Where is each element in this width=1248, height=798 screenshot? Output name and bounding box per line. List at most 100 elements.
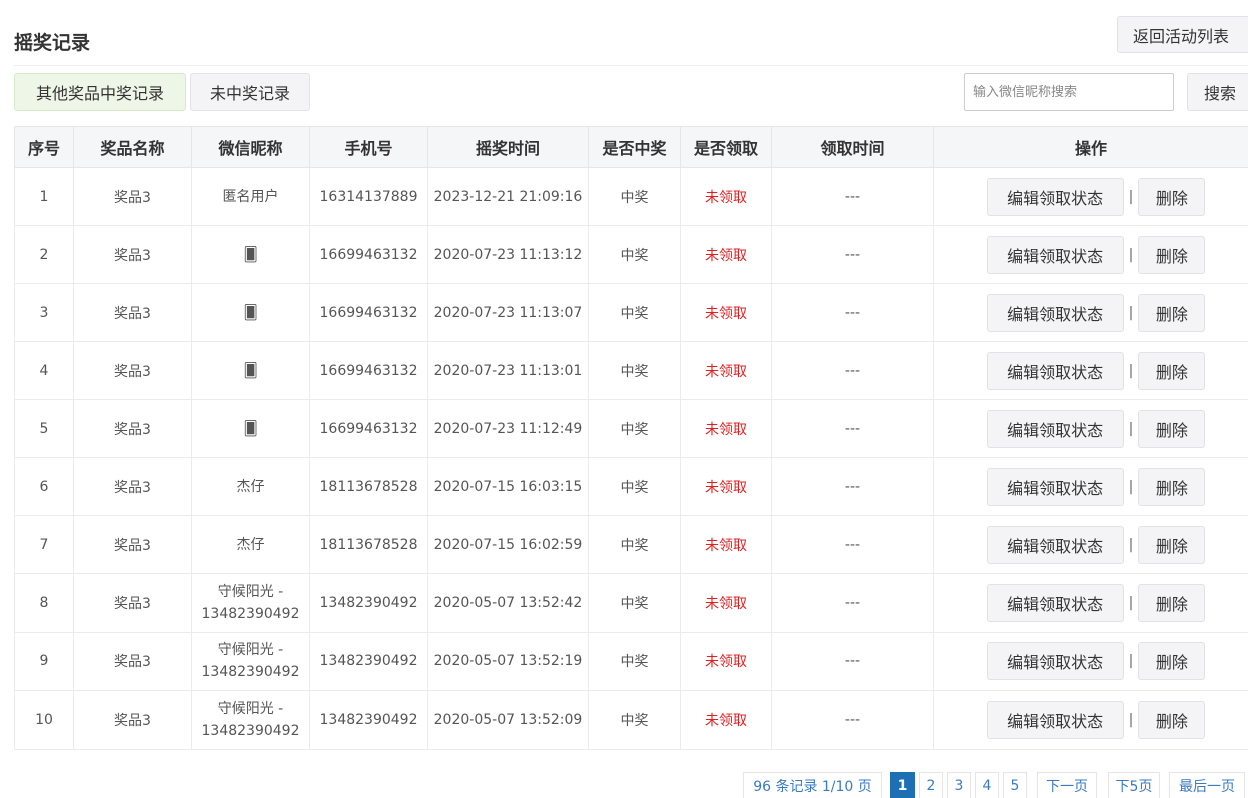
cell-index: 9 <box>14 632 74 691</box>
search-input[interactable] <box>964 73 1174 111</box>
cell-claim-time: --- <box>771 167 934 226</box>
cell-claim-time: --- <box>771 632 934 691</box>
cell-draw-time: 2020-05-07 13:52:19 <box>427 632 589 691</box>
tab-other-prize-records[interactable]: 其他奖品中奖记录 <box>14 73 186 111</box>
pagination-page-3[interactable]: 3 <box>947 772 971 798</box>
column-header-draw-time: 摇奖时间 <box>427 126 589 168</box>
pagination-info: 96 条记录 1/10 页 <box>743 772 882 798</box>
pagination-page-2[interactable]: 2 <box>919 772 943 798</box>
column-header-nickname: 微信昵称 <box>191 126 310 168</box>
cell-actions: 编辑领取状态 | 删除 <box>933 573 1248 633</box>
cell-nickname: 守候阳光 - 13482390492 <box>191 690 310 750</box>
column-header-claim-time: 领取时间 <box>771 126 934 168</box>
column-header-index: 序号 <box>14 126 74 168</box>
pagination-page-4[interactable]: 4 <box>975 772 999 798</box>
action-separator: | <box>1128 594 1134 611</box>
action-separator: | <box>1128 711 1134 728</box>
cell-actions: 编辑领取状态 | 删除 <box>933 399 1248 458</box>
edit-claim-status-button[interactable]: 编辑领取状态 <box>986 177 1124 216</box>
table-row: 10 奖品3 守候阳光 - 13482390492 13482390492 20… <box>14 690 1248 750</box>
table-row: 3 奖品3 🂠 16699463132 2020-07-23 11:13:07 … <box>14 283 1248 342</box>
tab-not-won-records[interactable]: 未中奖记录 <box>190 73 310 111</box>
cell-claimed-status: 未领取 <box>680 457 772 516</box>
cell-phone: 16314137889 <box>309 167 428 226</box>
delete-button[interactable]: 删除 <box>1138 467 1206 506</box>
cell-won: 中奖 <box>588 341 681 400</box>
column-header-phone: 手机号 <box>309 126 428 168</box>
edit-claim-status-button[interactable]: 编辑领取状态 <box>986 700 1124 739</box>
pagination-next-button[interactable]: 下一页 <box>1037 772 1097 798</box>
cell-nickname: 🂠 <box>191 399 310 458</box>
cell-nickname: 杰仔 <box>191 515 310 574</box>
delete-button[interactable]: 删除 <box>1138 409 1206 448</box>
cell-claim-time: --- <box>771 225 934 284</box>
edit-claim-status-button[interactable]: 编辑领取状态 <box>986 235 1124 274</box>
table-row: 4 奖品3 🂠 16699463132 2020-07-23 11:13:01 … <box>14 341 1248 400</box>
delete-button[interactable]: 删除 <box>1138 700 1206 739</box>
delete-button[interactable]: 删除 <box>1138 642 1206 681</box>
edit-claim-status-button[interactable]: 编辑领取状态 <box>986 409 1124 448</box>
cell-claimed-status: 未领取 <box>680 573 772 633</box>
cell-actions: 编辑领取状态 | 删除 <box>933 457 1248 516</box>
pagination-last-button[interactable]: 最后一页 <box>1169 772 1245 798</box>
search-button[interactable]: 搜索 <box>1187 73 1248 111</box>
delete-button[interactable]: 删除 <box>1138 235 1206 274</box>
edit-claim-status-button[interactable]: 编辑领取状态 <box>986 525 1124 564</box>
cell-prize: 奖品3 <box>73 283 192 342</box>
cell-index: 3 <box>14 283 74 342</box>
cell-claim-time: --- <box>771 573 934 633</box>
pagination-current-page[interactable]: 1 <box>890 772 915 798</box>
column-header-prize: 奖品名称 <box>73 126 192 168</box>
cell-claim-time: --- <box>771 399 934 458</box>
cell-draw-time: 2020-07-23 11:13:12 <box>427 225 589 284</box>
pagination-next5-button[interactable]: 下5页 <box>1108 772 1160 798</box>
cell-prize: 奖品3 <box>73 399 192 458</box>
cell-draw-time: 2020-07-23 11:13:07 <box>427 283 589 342</box>
back-to-activity-list-button[interactable]: 返回活动列表 <box>1117 16 1248 53</box>
cell-claim-time: --- <box>771 515 934 574</box>
cell-claimed-status: 未领取 <box>680 167 772 226</box>
cell-nickname: 杰仔 <box>191 457 310 516</box>
pagination-page-5[interactable]: 5 <box>1003 772 1027 798</box>
cell-prize: 奖品3 <box>73 167 192 226</box>
cell-nickname: 守候阳光 - 13482390492 <box>191 632 310 691</box>
table-row: 5 奖品3 🂠 16699463132 2020-07-23 11:12:49 … <box>14 399 1248 458</box>
cell-index: 5 <box>14 399 74 458</box>
edit-claim-status-button[interactable]: 编辑领取状态 <box>986 293 1124 332</box>
cell-index: 2 <box>14 225 74 284</box>
delete-button[interactable]: 删除 <box>1138 177 1206 216</box>
cell-phone: 18113678528 <box>309 515 428 574</box>
cell-prize: 奖品3 <box>73 515 192 574</box>
cell-index: 8 <box>14 573 74 633</box>
edit-claim-status-button[interactable]: 编辑领取状态 <box>986 467 1124 506</box>
delete-button[interactable]: 删除 <box>1138 583 1206 622</box>
delete-button[interactable]: 删除 <box>1138 351 1206 390</box>
column-header-claimed: 是否领取 <box>680 126 772 168</box>
column-header-won: 是否中奖 <box>588 126 681 168</box>
cell-phone: 16699463132 <box>309 225 428 284</box>
table-row: 8 奖品3 守候阳光 - 13482390492 13482390492 202… <box>14 573 1248 633</box>
table-row: 2 奖品3 🂠 16699463132 2020-07-23 11:13:12 … <box>14 225 1248 284</box>
action-separator: | <box>1128 478 1134 495</box>
delete-button[interactable]: 删除 <box>1138 525 1206 564</box>
action-separator: | <box>1128 362 1134 379</box>
cell-prize: 奖品3 <box>73 573 192 633</box>
table-row: 9 奖品3 守候阳光 - 13482390492 13482390492 202… <box>14 632 1248 691</box>
cell-claimed-status: 未领取 <box>680 341 772 400</box>
edit-claim-status-button[interactable]: 编辑领取状态 <box>986 583 1124 622</box>
cell-phone: 16699463132 <box>309 283 428 342</box>
cell-won: 中奖 <box>588 690 681 750</box>
cell-claimed-status: 未领取 <box>680 283 772 342</box>
cell-won: 中奖 <box>588 283 681 342</box>
cell-phone: 13482390492 <box>309 690 428 750</box>
edit-claim-status-button[interactable]: 编辑领取状态 <box>986 642 1124 681</box>
cell-nickname: 匿名用户 <box>191 167 310 226</box>
records-table: 序号 奖品名称 微信昵称 手机号 摇奖时间 是否中奖 是否领取 领取时间 操作 … <box>14 126 1248 750</box>
cell-index: 4 <box>14 341 74 400</box>
cell-nickname: 🂠 <box>191 341 310 400</box>
edit-claim-status-button[interactable]: 编辑领取状态 <box>986 351 1124 390</box>
cell-prize: 奖品3 <box>73 690 192 750</box>
delete-button[interactable]: 删除 <box>1138 293 1206 332</box>
cell-draw-time: 2020-07-23 11:13:01 <box>427 341 589 400</box>
cell-actions: 编辑领取状态 | 删除 <box>933 690 1248 750</box>
